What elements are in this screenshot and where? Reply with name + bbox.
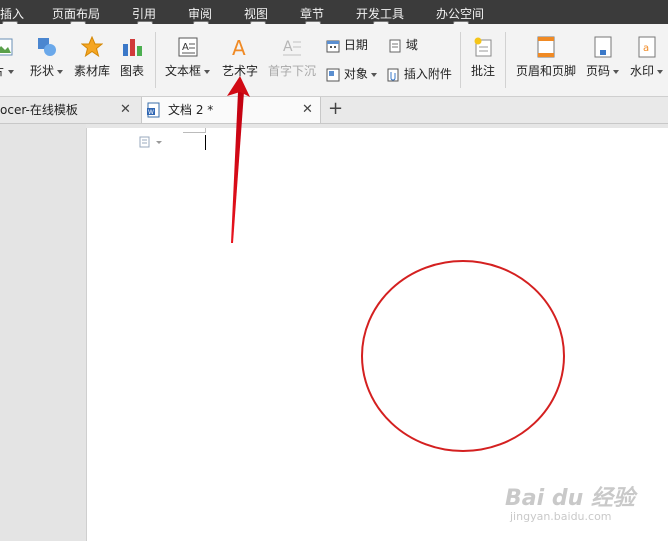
ribbon-separator <box>505 32 506 88</box>
comment-button[interactable]: 批注 <box>471 36 495 79</box>
page-number-button[interactable]: 页码 <box>586 36 620 79</box>
textbox-icon: A <box>178 37 197 57</box>
attachment-icon <box>387 68 399 81</box>
ribbon-toolbar: 片 形状 素材库 图表 A 文本框 <box>0 24 668 97</box>
page-number-icon <box>594 36 611 58</box>
wordart-button[interactable]: A 艺术字 <box>222 36 258 79</box>
document-tab-bar: ocer-在线模板 ✕ W 文档 2 * ✕ + <box>0 97 668 124</box>
watermark-label: 水印 <box>630 64 655 78</box>
svg-text:A: A <box>283 39 293 55</box>
chevron-down-icon <box>657 69 664 74</box>
svg-text:a: a <box>643 43 649 54</box>
new-tab-button[interactable]: + <box>328 98 343 119</box>
date-label: 日期 <box>343 38 368 52</box>
header-footer-button[interactable]: 页眉和页脚 <box>516 36 576 79</box>
material-library-label: 素材库 <box>74 64 111 78</box>
header-footer-label: 页眉和页脚 <box>516 64 577 78</box>
object-label: 对象 <box>343 67 368 81</box>
menu-bar: 插入 页面布局 引用 审阅 视图 章节 开发工具 办公空间 <box>0 0 668 24</box>
header-footer-icon <box>537 36 555 58</box>
document-icon: W <box>147 102 160 118</box>
tab-document[interactable]: W 文档 2 * ✕ <box>141 97 321 123</box>
chart-label: 图表 <box>120 64 145 78</box>
ribbon-separator <box>460 32 461 88</box>
date-button[interactable]: 日期 <box>326 36 368 53</box>
picture-label: 片 <box>0 64 5 78</box>
baidu-watermark-logo: Bai du 经验 <box>505 486 635 511</box>
close-icon[interactable]: ✕ <box>302 97 313 123</box>
dropcap-label: 首字下沉 <box>268 64 317 78</box>
dropcap-icon: A <box>283 39 301 56</box>
menu-page-layout[interactable]: 页面布局 <box>52 5 100 22</box>
bar-chart-icon <box>123 39 142 56</box>
close-icon[interactable]: ✕ <box>120 97 131 123</box>
wordart-label: 艺术字 <box>222 64 259 78</box>
tab-template[interactable]: ocer-在线模板 ✕ <box>0 97 138 123</box>
material-library-button[interactable]: 素材库 <box>74 36 110 79</box>
menu-view[interactable]: 视图 <box>244 5 268 22</box>
chart-button[interactable]: 图表 <box>120 36 144 79</box>
menu-references[interactable]: 引用 <box>132 5 156 22</box>
left-pane <box>0 124 86 541</box>
dropcap-button[interactable]: A 首字下沉 <box>268 36 316 79</box>
chevron-down-icon <box>613 69 620 74</box>
star-icon <box>81 36 103 58</box>
object-icon <box>326 68 340 81</box>
page-number-label: 页码 <box>586 64 611 78</box>
circle-shape[interactable] <box>361 260 565 452</box>
shapes-icon <box>37 38 56 56</box>
comment-icon <box>474 37 492 57</box>
menu-chapter[interactable]: 章节 <box>300 5 324 22</box>
field-button[interactable]: 域 <box>388 36 418 53</box>
chevron-down-icon <box>370 72 377 77</box>
watermark-button[interactable]: a 水印 <box>630 36 664 79</box>
picture-button[interactable]: 片 <box>0 36 14 79</box>
menu-office-space[interactable]: 办公空间 <box>436 5 484 22</box>
field-icon <box>389 39 401 52</box>
chevron-down-icon <box>57 69 64 74</box>
insert-attachment-label: 插入附件 <box>403 67 452 81</box>
menu-insert[interactable]: 插入 <box>0 5 24 22</box>
svg-text:W: W <box>148 109 154 116</box>
menu-developer[interactable]: 开发工具 <box>356 5 404 22</box>
shape-button[interactable]: 形状 <box>30 36 64 79</box>
tab-document-label: 文档 2 * <box>168 103 214 117</box>
field-label: 域 <box>405 38 418 52</box>
svg-text:A: A <box>182 42 189 53</box>
chevron-down-icon <box>7 69 14 74</box>
tab-template-label: ocer-在线模板 <box>0 103 78 117</box>
chevron-down-icon <box>204 69 211 74</box>
baidu-watermark-url: jingyan.baidu.com <box>510 510 612 523</box>
textbox-button[interactable]: A 文本框 <box>165 36 211 79</box>
calendar-icon <box>326 40 340 52</box>
comment-label: 批注 <box>471 64 496 78</box>
picture-icon <box>0 38 13 56</box>
insert-attachment-button[interactable]: 插入附件 <box>386 65 452 82</box>
svg-text:A: A <box>232 36 246 58</box>
textbox-label: 文本框 <box>165 64 202 78</box>
menu-review[interactable]: 审阅 <box>188 5 212 22</box>
watermark-icon: a <box>638 36 655 58</box>
shape-label: 形状 <box>30 64 55 78</box>
object-button[interactable]: 对象 <box>326 65 377 82</box>
ribbon-separator <box>155 32 156 88</box>
wordart-icon: A <box>232 36 246 58</box>
